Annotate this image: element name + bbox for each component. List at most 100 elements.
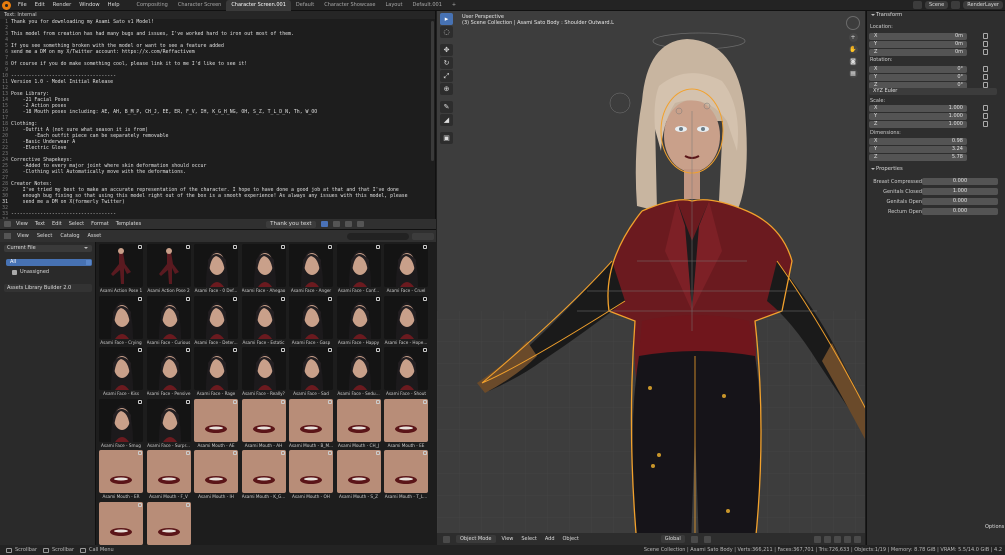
tab-character-showcase[interactable]: Character Showcase <box>319 0 380 11</box>
asset-select-checkbox-icon[interactable] <box>185 296 190 301</box>
scale-lock-icon[interactable] <box>983 105 988 111</box>
asset-tile[interactable]: Asami Mouth - AH <box>241 398 286 451</box>
syntax-highlight-toggle-icon[interactable] <box>344 221 352 227</box>
view-layer-icon[interactable] <box>951 1 961 9</box>
move-tool-icon[interactable]: ✥ <box>440 44 453 56</box>
object-mode-select[interactable]: Object Mode <box>456 535 496 543</box>
asset-select-checkbox-icon[interactable] <box>138 399 142 404</box>
overlay-icon[interactable] <box>814 535 821 543</box>
location-lock-icon[interactable] <box>983 49 988 55</box>
asset-select-checkbox-icon[interactable] <box>423 245 427 249</box>
asset-tile[interactable]: Asami Mouth - OH <box>289 450 333 502</box>
asset-tile[interactable]: Asami Face - Really? <box>241 347 286 399</box>
menu-edit[interactable]: Edit <box>31 0 49 11</box>
tab-character-screen[interactable]: Character Screen <box>173 0 226 11</box>
viewport-menu-select[interactable]: Select <box>521 536 536 542</box>
asset-tile[interactable]: Asami Face - Gasp <box>289 295 333 348</box>
rotate-tool-icon[interactable]: ↻ <box>440 57 453 69</box>
asset-tile[interactable]: Asami Mouth - K_G... <box>241 450 286 502</box>
cursor-tool-icon[interactable]: ◌ <box>440 26 453 38</box>
location-lock-icon[interactable] <box>983 33 988 39</box>
text-scrollbar[interactable] <box>431 21 434 161</box>
asset-select-checkbox-icon[interactable] <box>185 245 190 249</box>
asset-select-checkbox-icon[interactable] <box>138 451 142 455</box>
asset-select-checkbox-icon[interactable] <box>423 399 427 404</box>
xray-icon[interactable] <box>824 535 831 543</box>
scale-z-field[interactable]: Z 1.000 <box>869 121 967 128</box>
rotation-lock-icon[interactable] <box>983 66 988 72</box>
asset-select-checkbox-icon[interactable] <box>375 399 380 404</box>
asset-select-checkbox-icon[interactable] <box>138 245 142 249</box>
location-x-field[interactable]: X 0m <box>869 33 967 40</box>
viewport-menu-view[interactable]: View <box>502 536 514 542</box>
asset-tile[interactable]: Asami Face - Curious <box>146 295 191 348</box>
select-box-tool-icon[interactable]: ▸ <box>440 13 453 25</box>
editor-type-icon[interactable] <box>443 535 450 543</box>
custom-property-value[interactable]: 0.000 <box>922 208 998 215</box>
add-cube-tool-icon[interactable]: ▣ <box>440 132 453 144</box>
asset-tile[interactable]: Asami Mouth - EE <box>384 398 428 451</box>
scale-x-field[interactable]: X 1.000 <box>869 105 967 112</box>
asset-tile[interactable]: Asami Face - 0 Def... <box>194 244 238 296</box>
dimensions-z-field[interactable]: Z 5.78 <box>869 154 967 161</box>
asset-tile[interactable]: Asami Face - Ahegao <box>241 244 286 296</box>
asset-select-checkbox-icon[interactable] <box>280 451 285 455</box>
view-layer-field[interactable]: RenderLayer <box>963 1 1003 9</box>
menu-render[interactable]: Render <box>49 0 75 11</box>
asset-select-checkbox-icon[interactable] <box>185 348 190 352</box>
location-lock-icon[interactable] <box>983 41 988 47</box>
tab-default[interactable]: Default <box>291 0 319 11</box>
asset-select-checkbox-icon[interactable] <box>375 245 380 249</box>
transform-tool-icon[interactable]: ⊕ <box>440 83 453 95</box>
asset-tile[interactable]: Asami Mouth - IH <box>194 450 238 502</box>
orientation-gizmo-icon[interactable] <box>846 16 860 30</box>
asset-select-checkbox-icon[interactable] <box>185 502 190 507</box>
rotation-x-field[interactable]: X 0° <box>869 66 967 73</box>
asset-select-checkbox-icon[interactable] <box>423 348 427 352</box>
text-lines[interactable]: 1 Thank you for downloading my Asami Sato… <box>0 19 435 219</box>
asset-select-checkbox-icon[interactable] <box>375 296 380 301</box>
text-datablock-field[interactable]: Thank you text <box>266 220 316 228</box>
viewport-menu-add[interactable]: Add <box>545 536 555 542</box>
asset-tile[interactable]: Asami Action Pose 2 <box>146 244 191 296</box>
asset-tile[interactable] <box>99 501 143 548</box>
asset-select-checkbox-icon[interactable] <box>280 296 285 301</box>
3d-viewport[interactable] <box>437 11 865 545</box>
custom-property-value[interactable]: 0.000 <box>922 178 998 185</box>
asset-select-checkbox-icon[interactable] <box>233 348 237 352</box>
menu-file[interactable]: File <box>14 0 31 11</box>
asset-select-checkbox-icon[interactable] <box>233 245 237 249</box>
asset-tile[interactable]: Asami Face - Conf... <box>336 244 381 296</box>
asset-tile[interactable]: Asami Action Pose 1 <box>99 244 143 296</box>
text-menu-edit[interactable]: Edit <box>52 221 62 227</box>
solid-shading-icon[interactable] <box>834 535 841 543</box>
scale-y-field[interactable]: Y 1.000 <box>869 113 967 120</box>
asset-tile[interactable]: Asami Face - Sedu... <box>336 347 381 399</box>
location-z-field[interactable]: Z 0m <box>869 49 967 56</box>
asset-library-builder-panel[interactable]: Assets Library Builder 2.0 <box>4 284 92 292</box>
text-menu-select[interactable]: Select <box>69 221 84 227</box>
annotate-tool-icon[interactable]: ✎ <box>440 101 453 113</box>
scene-field[interactable]: Scene <box>925 1 949 9</box>
asset-library-select[interactable]: Current File <box>4 245 92 252</box>
asset-tile[interactable] <box>146 501 191 548</box>
asset-tile[interactable]: Asami Face - Crying <box>99 295 143 348</box>
asset-select-checkbox-icon[interactable] <box>280 399 285 404</box>
editor-type-icon[interactable] <box>4 221 11 227</box>
asset-select-checkbox-icon[interactable] <box>185 399 190 404</box>
asset-tile[interactable]: Asami Mouth - F_V <box>146 450 191 502</box>
catalog-unassigned[interactable]: Unassigned <box>12 269 49 275</box>
word-wrap-toggle-icon[interactable] <box>332 221 340 227</box>
asset-tile[interactable]: Asami Mouth - B_M... <box>289 398 333 451</box>
asset-tile[interactable]: Asami Face - Happy <box>336 295 381 348</box>
options-button[interactable]: Options <box>985 524 1004 530</box>
asset-tile[interactable]: Asami Mouth - AE <box>194 398 238 451</box>
asset-tile[interactable]: Asami Face - Hope... <box>384 295 428 348</box>
asset-select-checkbox-icon[interactable] <box>280 245 285 249</box>
asset-select-checkbox-icon[interactable] <box>423 451 427 455</box>
location-y-field[interactable]: Y 0m <box>869 41 967 48</box>
asset-tile[interactable]: Asami Mouth - S_Z <box>336 450 381 502</box>
perspective-toggle-icon[interactable]: ▦ <box>848 69 858 78</box>
transform-panel-header[interactable]: Transform <box>867 11 1005 20</box>
viewport-menu-object[interactable]: Object <box>563 536 579 542</box>
